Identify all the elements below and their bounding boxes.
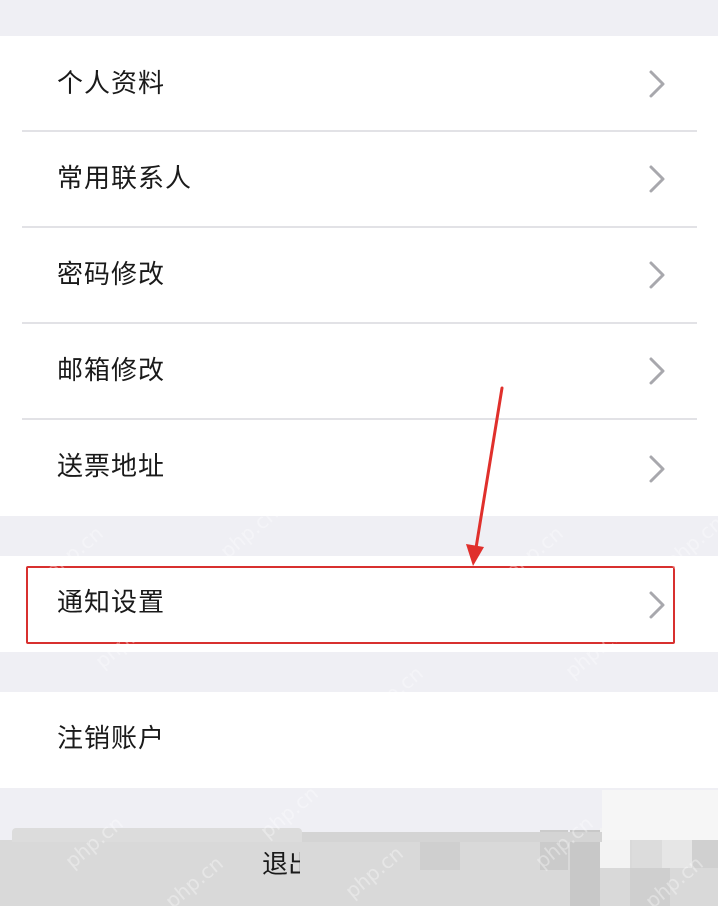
logout-label: 退出 [262,852,300,878]
mosaic-strip [602,790,718,840]
mosaic-strip [12,828,302,842]
annotation-arrow-icon [466,386,504,566]
mosaic-tile [420,840,460,870]
